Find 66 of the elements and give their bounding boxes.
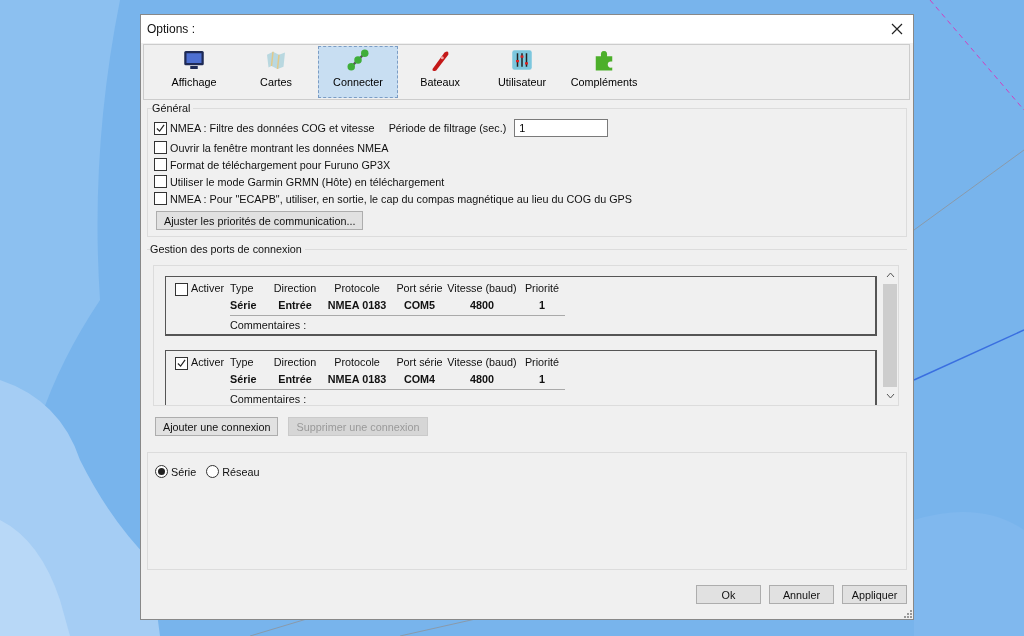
checkbox-label: Utiliser le mode Garmin GRMN (Hôte) en téléchargement bbox=[170, 175, 445, 188]
dialog-button[interactable]: Annuler bbox=[769, 585, 834, 604]
column-header: Type bbox=[230, 282, 255, 296]
table-cell: COM4 bbox=[394, 371, 445, 390]
checkbox-label: Ouvrir la fenêtre montrant les données NMEA bbox=[170, 141, 389, 154]
connection-button[interactable]: Ajouter une connexion bbox=[155, 417, 279, 436]
tab[interactable]: Utilisateur bbox=[482, 46, 562, 98]
table-cell: NMEA 0183 bbox=[320, 371, 394, 390]
table-cell: Série bbox=[230, 371, 270, 390]
checkbox[interactable] bbox=[175, 283, 188, 296]
table-cell: Entrée bbox=[270, 371, 320, 390]
column-header: Vitesse (baud) bbox=[446, 282, 518, 296]
connection-card[interactable]: Activer Type Direction Protocole Port série Vitesse (baud) Priorité Série Entrée NMEA 0183 COM4 4800 1 Commentaires : bbox=[165, 350, 877, 405]
checkbox-label: Activer bbox=[191, 282, 224, 294]
column-header: Direction bbox=[272, 356, 318, 370]
tab[interactable]: Connecter bbox=[318, 46, 398, 98]
column-header: Port série bbox=[395, 282, 444, 296]
column-header: Protocole bbox=[333, 356, 381, 370]
column-header: Direction bbox=[272, 282, 318, 296]
checkbox-label: Format de téléchargement pour Furuno GP3X bbox=[170, 158, 391, 171]
close-icon[interactable] bbox=[889, 21, 905, 37]
table-cell: 1 bbox=[519, 297, 565, 316]
tab[interactable]: Cartes bbox=[236, 46, 316, 98]
group-title: Général bbox=[152, 102, 194, 114]
table-cell: COM5 bbox=[394, 297, 445, 316]
dialog-button[interactable]: Appliquer bbox=[842, 585, 907, 604]
scroll-down-icon[interactable] bbox=[885, 393, 895, 399]
column-header: Type bbox=[230, 356, 255, 370]
radio-button[interactable] bbox=[206, 465, 220, 478]
tab[interactable]: Affichage bbox=[154, 46, 234, 98]
priorities-button[interactable]: Ajuster les priorités de communication... bbox=[156, 211, 364, 230]
column-header: Vitesse (baud) bbox=[446, 356, 518, 370]
comment-label: Commentaires : bbox=[230, 392, 308, 405]
column-header: Protocole bbox=[333, 282, 381, 296]
dialog-button[interactable]: Ok bbox=[696, 585, 761, 604]
checkbox[interactable] bbox=[154, 192, 167, 205]
checkbox-label: NMEA : Filtre des données COG et vitesse bbox=[170, 122, 375, 134]
group-title: Gestion des ports de connexion bbox=[150, 243, 305, 255]
checkbox[interactable] bbox=[154, 121, 167, 135]
checkbox[interactable] bbox=[175, 357, 188, 370]
radio-label: Réseau bbox=[222, 465, 260, 478]
checkbox[interactable] bbox=[154, 141, 167, 154]
radio-label: Série bbox=[171, 465, 197, 478]
checkbox[interactable] bbox=[154, 158, 167, 171]
resize-grip-icon[interactable] bbox=[904, 610, 912, 618]
table-cell: Série bbox=[230, 297, 270, 316]
window-title: Options : bbox=[147, 22, 196, 36]
field-label: Période de filtrage (sec.) bbox=[388, 122, 507, 134]
checkbox[interactable] bbox=[154, 175, 167, 188]
table-cell: NMEA 0183 bbox=[320, 297, 394, 316]
tab[interactable]: Compléments bbox=[564, 46, 644, 98]
radio-button[interactable] bbox=[155, 465, 168, 478]
connection-card[interactable]: Activer Type Direction Protocole Port série Vitesse (baud) Priorité Série Entrée NMEA 0183 COM5 4800 1 Commentaires : bbox=[165, 276, 877, 336]
table-cell: 4800 bbox=[445, 371, 519, 390]
table-cell: 4800 bbox=[445, 297, 519, 316]
column-header: Priorité bbox=[523, 282, 561, 296]
input-field[interactable]: 1 bbox=[514, 119, 609, 137]
checkbox-label: Activer bbox=[191, 356, 224, 368]
scroll-up-icon[interactable] bbox=[885, 272, 895, 278]
table-cell: Entrée bbox=[270, 297, 320, 316]
table-cell: 1 bbox=[519, 371, 565, 390]
tab[interactable]: Bateaux bbox=[400, 46, 480, 98]
column-header: Port série bbox=[395, 356, 444, 370]
comment-label: Commentaires : bbox=[230, 318, 308, 333]
checkbox-label: NMEA : Pour "ECAPB", utiliser, en sortie, le cap du compas magnétique au lieu du COG du GPS bbox=[170, 192, 632, 205]
column-header: Priorité bbox=[523, 356, 561, 370]
